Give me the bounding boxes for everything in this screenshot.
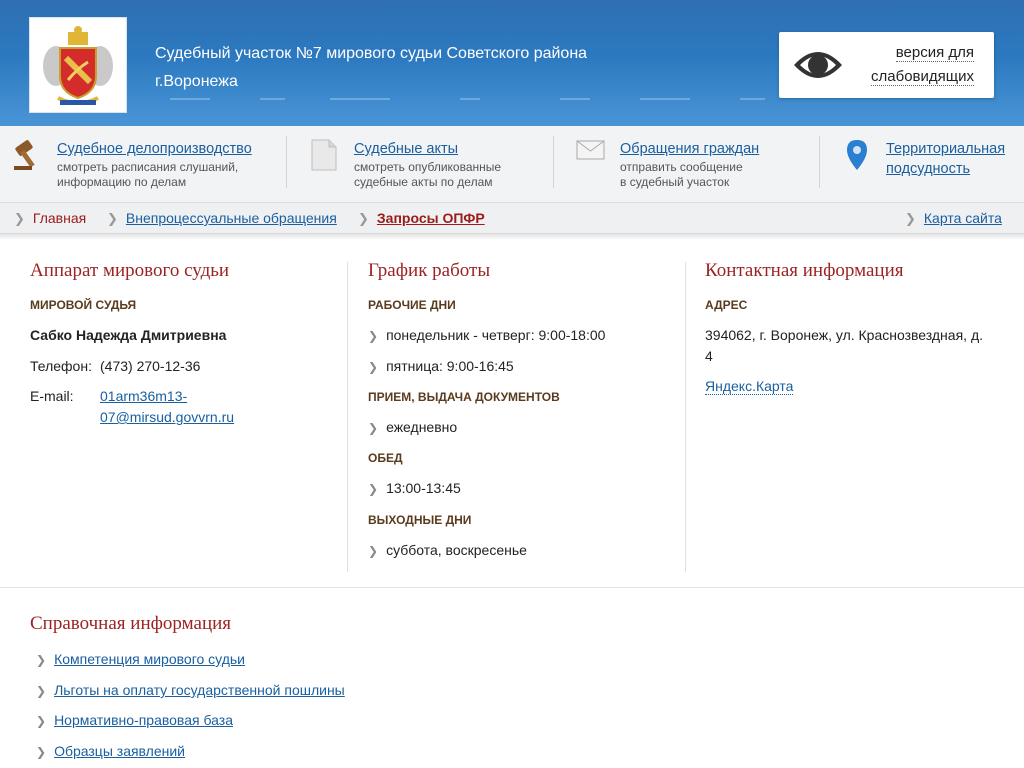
list-item: ❯ суббота, воскресенье: [368, 542, 527, 558]
phone-value: (473) 270-12-36: [100, 358, 201, 374]
document-icon: [311, 139, 337, 171]
breadcrumb-home[interactable]: ❯ Главная: [14, 209, 86, 228]
site-title-line1: Судебный участок №7 мирового судьи Совет…: [155, 45, 588, 62]
section-title-contacts: Контактная информация: [705, 260, 904, 281]
section-title-reference: Справочная информация: [30, 613, 232, 634]
map-pin-icon: [847, 140, 867, 170]
chevron-right-icon: ❯: [36, 745, 47, 759]
address-label: АДРЕС: [705, 298, 748, 312]
list-item: ❯ ежедневно: [368, 419, 458, 435]
coat-of-arms-logo[interactable]: [29, 17, 127, 113]
chevron-right-icon: ❯: [36, 653, 47, 667]
column-divider: [685, 262, 686, 572]
weekend-label: ВЫХОДНЫЕ ДНИ: [368, 513, 472, 527]
nav-link-court-proceedings[interactable]: Судебное делопроизводство: [57, 139, 252, 159]
nav-link-jurisdiction[interactable]: Территориальная подсудность: [886, 139, 1005, 179]
breadcrumb-current[interactable]: ❯ Запросы ОПФР: [358, 209, 485, 228]
nav-item-court-acts[interactable]: Судебные акты смотреть опубликованные суд…: [309, 136, 539, 196]
header-decoration: [460, 98, 480, 100]
nav-item-court-proceedings[interactable]: Судебное делопроизводство смотреть распи…: [12, 136, 272, 196]
lunch-label: ОБЕД: [368, 451, 403, 465]
judge-role-label: МИРОВОЙ СУДЬЯ: [30, 298, 137, 312]
reference-link[interactable]: ❯ Нормативно-правовая база: [36, 710, 233, 731]
main-navigation: Судебное делопроизводство смотреть распи…: [0, 126, 1024, 203]
work-schedule-section: График работы РАБОЧИЕ ДНИ ❯ понедельник -…: [368, 258, 688, 558]
list-item: ❯ 13:00-13:45: [368, 480, 461, 496]
nav-link-court-acts[interactable]: Судебные акты: [354, 139, 458, 159]
nav-item-jurisdiction[interactable]: Территориальная подсудность: [845, 136, 1020, 196]
chevron-right-icon: ❯: [14, 211, 25, 226]
site-title: Судебный участок №7 мирового судьи Совет…: [155, 40, 755, 96]
header-decoration: [170, 98, 210, 100]
chevron-right-icon: ❯: [368, 482, 379, 496]
email-label: E-mail:: [30, 388, 74, 404]
header-decoration: [560, 98, 590, 100]
chevron-right-icon: ❯: [368, 360, 379, 374]
list-item: ❯ понедельник - четверг: 9:00-18:00: [368, 327, 606, 343]
gavel-icon: [14, 140, 35, 170]
email-link[interactable]: 01arm36m13- 07@mirsud.govvrn.ru: [100, 386, 234, 428]
chevron-right-icon: ❯: [368, 329, 379, 343]
breadcrumb-shadow: [0, 234, 1024, 240]
eye-icon: [794, 52, 842, 78]
chevron-right-icon: ❯: [36, 714, 47, 728]
reference-link[interactable]: ❯ Компетенция мирового судьи: [36, 649, 245, 670]
judge-name: Сабко Надежда Дмитриевна: [30, 327, 227, 343]
chevron-right-icon: ❯: [107, 211, 118, 226]
contact-info-section: Контактная информация АДРЕС 394062, г. В…: [705, 258, 1024, 395]
coat-of-arms-icon: [43, 26, 113, 105]
reference-link[interactable]: ❯ Образцы заявлений: [36, 741, 185, 762]
section-title-apparatus: Аппарат мирового судьи: [30, 260, 230, 281]
header-decoration: [640, 98, 690, 100]
section-divider: [0, 587, 1024, 588]
nav-link-citizen-appeals[interactable]: Обращения граждан: [620, 139, 759, 159]
judge-apparatus-section: Аппарат мирового судьи МИРОВОЙ СУДЬЯ Саб…: [30, 258, 350, 425]
nav-desc-citizen-appeals: отправить сообщение в судебный участок: [620, 160, 743, 189]
chevron-right-icon: ❯: [905, 211, 916, 226]
yandex-map-link[interactable]: Яндекс.Карта: [705, 376, 794, 397]
documents-label: ПРИЕМ, ВЫДАЧА ДОКУМЕНТОВ: [368, 390, 560, 404]
site-header: Судебный участок №7 мирового судьи Совет…: [0, 0, 1024, 126]
nav-desc-court-acts: смотреть опубликованные судебные акты по …: [354, 160, 502, 189]
chevron-right-icon: ❯: [36, 684, 47, 698]
header-decoration: [330, 98, 390, 100]
chevron-right-icon: ❯: [358, 211, 369, 226]
section-title-schedule: График работы: [368, 260, 491, 281]
nav-divider: [286, 136, 287, 188]
nav-divider: [553, 136, 554, 188]
header-decoration: [740, 98, 765, 100]
column-divider: [347, 262, 348, 572]
nav-divider: [819, 136, 820, 188]
reference-link[interactable]: ❯ Льготы на оплату государственной пошлин…: [36, 680, 345, 701]
site-title-line2: г.Воронежа: [155, 73, 238, 90]
low-vision-label-line2: слабовидящих: [871, 68, 974, 86]
nav-desc-court-proceedings: смотреть расписания слушаний, информацию …: [57, 160, 239, 189]
breadcrumb: ❯ Главная ❯ Внепроцессуальные обращения ❯ З…: [0, 203, 1024, 234]
header-decoration: [260, 98, 285, 100]
low-vision-label-line1: версия для: [895, 44, 974, 62]
breadcrumb-item[interactable]: ❯ Внепроцессуальные обращения: [107, 209, 337, 228]
low-vision-button[interactable]: версия для слабовидящих: [779, 32, 994, 98]
nav-item-citizen-appeals[interactable]: Обращения граждан отправить сообщение в с…: [576, 136, 806, 196]
sitemap-link[interactable]: ❯ Карта сайта: [905, 209, 1002, 228]
list-item: ❯ пятница: 9:00-16:45: [368, 358, 514, 374]
phone-label: Телефон:: [30, 358, 92, 374]
address-value: 394062, г. Воронеж, ул. Краснозвездная, …: [705, 327, 983, 364]
chevron-right-icon: ❯: [368, 421, 379, 435]
envelope-icon: [576, 140, 605, 160]
workdays-label: РАБОЧИЕ ДНИ: [368, 298, 456, 312]
chevron-right-icon: ❯: [368, 544, 379, 558]
